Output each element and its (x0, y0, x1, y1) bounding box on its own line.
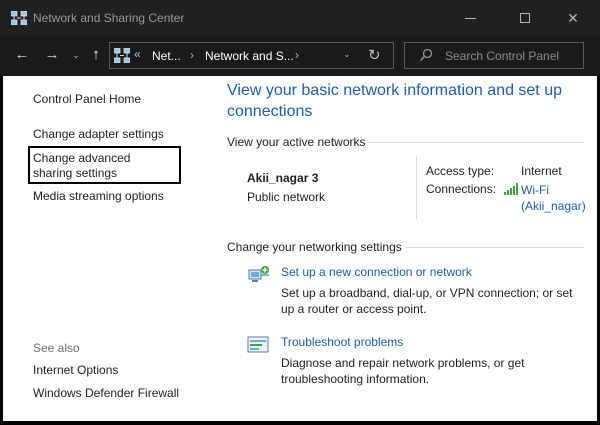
vertical-divider (416, 156, 417, 219)
arrow-up-icon: ↑ (92, 46, 100, 63)
address-dropdown-icon[interactable]: ⌄ (343, 49, 351, 60)
title-bar: Network and Sharing Center ✕ (0, 0, 600, 36)
network-center-icon (11, 11, 27, 25)
active-networks-label: View your active networks (227, 135, 366, 149)
breadcrumb-network-internet[interactable]: Net... (152, 49, 181, 63)
close-button[interactable]: ✕ (550, 0, 596, 36)
refresh-icon[interactable]: ↻ (368, 46, 381, 64)
control-panel-home-link[interactable]: Control Panel Home (33, 92, 141, 107)
change-advanced-sharing-settings-link[interactable]: Change advanced sharing settings (33, 151, 173, 181)
page-title: View your basic network information and … (227, 82, 562, 120)
troubleshoot-icon (247, 336, 269, 353)
window-title: Network and Sharing Center (33, 11, 185, 25)
overflow-chevron-icon[interactable]: « (134, 47, 141, 61)
setup-connection-link[interactable]: Set up a new connection or network (281, 265, 472, 279)
chevron-down-icon: ⌄ (72, 50, 80, 60)
recent-locations-button[interactable]: ⌄ (70, 44, 82, 66)
media-streaming-options-link[interactable]: Media streaming options (33, 189, 164, 204)
arrow-right-icon: → (44, 46, 60, 63)
search-icon (420, 48, 433, 61)
forward-button[interactable]: → (42, 44, 62, 66)
network-name: Akii_nagar 3 (247, 171, 319, 185)
troubleshoot-problems-link[interactable]: Troubleshoot problems (281, 335, 403, 349)
setup-connection-description: Set up a broadband, dial-up, or VPN conn… (281, 286, 573, 316)
change-settings-label: Change your networking settings (227, 240, 402, 254)
window-frame: Network and Sharing Center ✕ ← → ⌄ ↑ « N… (0, 0, 600, 425)
search-placeholder: Search Control Panel (445, 49, 560, 63)
access-type-label: Access type: (426, 164, 495, 178)
content-area: Control Panel Home Change adapter settin… (3, 76, 597, 421)
main-pane: View your basic network information and … (227, 76, 597, 421)
navigation-bar: ← → ⌄ ↑ « Net... › Network and S... › ⌄ … (0, 36, 600, 76)
maximize-icon (520, 13, 530, 23)
internet-options-link[interactable]: Internet Options (33, 363, 118, 378)
section-divider (405, 247, 584, 248)
section-divider (367, 142, 584, 143)
connections-label: Connections: (426, 182, 497, 196)
network-type-link[interactable]: Public network (247, 190, 325, 204)
address-bar[interactable]: « Net... › Network and S... › ⌄ ↻ (109, 42, 394, 69)
minimize-button[interactable] (448, 0, 494, 36)
minimize-icon (465, 18, 476, 19)
maximize-button[interactable] (503, 0, 549, 36)
network-center-icon (114, 48, 130, 63)
change-adapter-settings-link[interactable]: Change adapter settings (33, 127, 164, 142)
access-type-value: Internet (521, 164, 562, 178)
left-pane: Control Panel Home Change adapter settin… (3, 76, 213, 421)
breadcrumb-separator-icon[interactable]: › (190, 48, 194, 62)
troubleshoot-description: Diagnose and repair network problems, or… (281, 356, 525, 386)
arrow-left-icon: ← (14, 46, 30, 63)
new-connection-icon (248, 266, 269, 282)
see-also-label: See also (33, 341, 80, 355)
wifi-connection-link[interactable]: Wi-Fi (Akii_nagar) (521, 182, 591, 214)
back-button[interactable]: ← (12, 44, 32, 66)
up-button[interactable]: ↑ (87, 44, 105, 66)
close-icon: ✕ (567, 10, 579, 26)
windows-defender-firewall-link[interactable]: Windows Defender Firewall (33, 386, 179, 401)
wifi-signal-icon (504, 183, 518, 195)
breadcrumb-separator-icon[interactable]: › (295, 48, 299, 62)
search-input[interactable]: Search Control Panel (404, 42, 584, 69)
breadcrumb-network-sharing[interactable]: Network and S... (205, 49, 294, 63)
